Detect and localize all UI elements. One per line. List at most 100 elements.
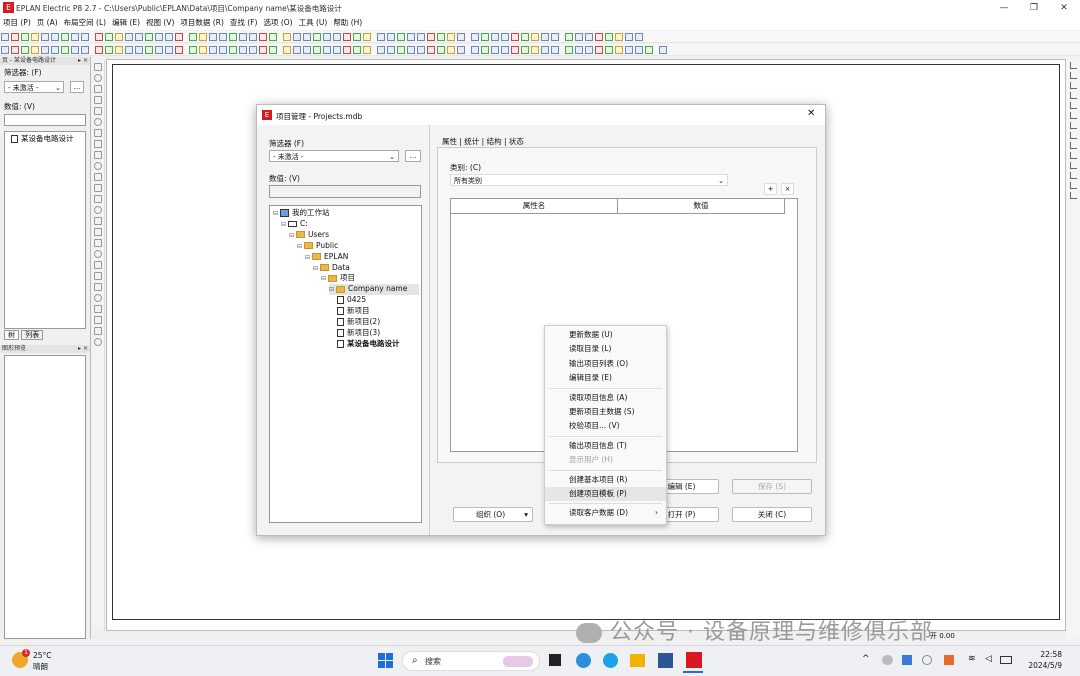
filter-browse-button[interactable]: ...	[70, 81, 84, 93]
drawing-tool-icon[interactable]	[94, 129, 102, 137]
toolbar-tool-icon[interactable]	[615, 33, 623, 41]
drawing-tool-icon[interactable]	[94, 261, 102, 269]
snap-tool-icon[interactable]	[1070, 72, 1077, 79]
toolbar-tool-icon[interactable]	[491, 33, 499, 41]
snap-tool-icon[interactable]	[1070, 172, 1077, 179]
collapse-icon[interactable]: ⊟	[321, 274, 326, 284]
toolbar-tool-icon[interactable]	[71, 33, 79, 41]
toolbar-tool-icon[interactable]	[61, 33, 69, 41]
snap-tool-icon[interactable]	[1070, 192, 1077, 199]
dialog-filter-dropdown[interactable]: - 未激活 - ⌄	[269, 150, 399, 162]
context-menu-item[interactable]: 更新项目主数据 (S)	[545, 405, 666, 419]
toolbar-tool-icon[interactable]	[531, 33, 539, 41]
toolbar-tool-icon[interactable]	[249, 46, 257, 54]
toolbar-tool-icon[interactable]	[585, 46, 593, 54]
windows-start-icon[interactable]	[378, 653, 393, 668]
toolbar-tool-icon[interactable]	[565, 46, 573, 54]
toolbar-tool-icon[interactable]	[189, 46, 197, 54]
toolbar-tool-icon[interactable]	[81, 33, 89, 41]
toolbar-tool-icon[interactable]	[105, 33, 113, 41]
context-menu-item[interactable]: 编辑目录 (E)	[545, 371, 666, 385]
taskbar-search-box[interactable]: ⌕ 搜索	[402, 651, 540, 671]
toolbar-tool-icon[interactable]	[353, 33, 361, 41]
tree-node-project[interactable]: 新项目(3)	[337, 328, 380, 338]
toolbar-tool-icon[interactable]	[343, 46, 351, 54]
toolbar-tool-icon[interactable]	[135, 46, 143, 54]
collapse-icon[interactable]: ⊟	[329, 285, 334, 295]
collapse-icon[interactable]: ⊟	[313, 264, 318, 274]
tree-node-project[interactable]: 某设备电路设计	[337, 339, 400, 349]
column-header-value[interactable]: 数值	[618, 199, 785, 214]
snap-tool-icon[interactable]	[1070, 122, 1077, 129]
toolbar-tool-icon[interactable]	[283, 33, 291, 41]
toolbar-tool-icon[interactable]	[71, 46, 79, 54]
toolbar-tool-icon[interactable]	[447, 33, 455, 41]
tab-status[interactable]: 状态	[509, 137, 524, 146]
restore-button[interactable]: ❐	[1020, 1, 1048, 15]
toolbar-tool-icon[interactable]	[125, 46, 133, 54]
toolbar-tool-icon[interactable]	[249, 33, 257, 41]
toolbar-tool-icon[interactable]	[511, 46, 519, 54]
toolbar-tool-icon[interactable]	[511, 33, 519, 41]
collapse-icon[interactable]: ⊟	[305, 253, 310, 263]
snap-tool-icon[interactable]	[1070, 62, 1077, 69]
drawing-tool-icon[interactable]	[94, 327, 102, 335]
tray-app2-icon[interactable]	[944, 655, 954, 665]
menu-project[interactable]: 项目 (P)	[0, 16, 34, 30]
toolbar-tool-icon[interactable]	[615, 46, 623, 54]
toolbar-tool-icon[interactable]	[313, 46, 321, 54]
toolbar-tool-icon[interactable]	[293, 46, 301, 54]
toolbar-tool-icon[interactable]	[595, 33, 603, 41]
tree-node-folder[interactable]: ⊟ 项目	[321, 273, 355, 284]
toolbar-tool-icon[interactable]	[407, 33, 415, 41]
toolbar-tool-icon[interactable]	[437, 46, 445, 54]
toolbar-tool-icon[interactable]	[61, 46, 69, 54]
toolbar-tool-icon[interactable]	[165, 33, 173, 41]
tree-node-drive[interactable]: ⊟ C:	[281, 219, 308, 230]
toolbar-tool-icon[interactable]	[135, 33, 143, 41]
toolbar-tool-icon[interactable]	[471, 46, 479, 54]
toolbar-tool-icon[interactable]	[333, 33, 341, 41]
drawing-tool-icon[interactable]	[94, 140, 102, 148]
toolbar-tool-icon[interactable]	[353, 46, 361, 54]
drawing-tool-icon[interactable]	[94, 63, 102, 71]
clock-time[interactable]: 22:58	[1026, 650, 1062, 659]
toolbar-tool-icon[interactable]	[427, 33, 435, 41]
snap-tool-icon[interactable]	[1070, 92, 1077, 99]
toolbar-tool-icon[interactable]	[259, 46, 267, 54]
task-view-icon[interactable]	[549, 654, 561, 666]
minimize-button[interactable]: —	[990, 1, 1018, 15]
tree-node-project[interactable]: 0425	[337, 295, 366, 305]
toolbar-tool-icon[interactable]	[659, 46, 667, 54]
collapse-icon[interactable]: ⊟	[273, 209, 278, 219]
drawing-tool-icon[interactable]	[94, 228, 102, 236]
drawing-tool-icon[interactable]	[94, 283, 102, 291]
toolbar-tool-icon[interactable]	[21, 33, 29, 41]
toolbar-tool-icon[interactable]	[229, 46, 237, 54]
drawing-tool-icon[interactable]	[94, 74, 102, 82]
menu-options[interactable]: 选项 (O)	[260, 16, 295, 30]
save-button[interactable]: 保存 (S)	[732, 479, 812, 494]
toolbar-tool-icon[interactable]	[551, 33, 559, 41]
edge-browser-icon[interactable]	[576, 653, 591, 668]
tree-node-pc[interactable]: ⊟ 我的工作站	[273, 208, 330, 219]
toolbar-tool-icon[interactable]	[635, 46, 643, 54]
toolbar-tool-icon[interactable]	[521, 46, 529, 54]
context-menu-item[interactable]: 读取客户数据 (D) ›	[545, 506, 666, 520]
toolbar-tool-icon[interactable]	[437, 33, 445, 41]
toolbar-tool-icon[interactable]	[447, 46, 455, 54]
toolbar-tool-icon[interactable]	[175, 33, 183, 41]
toolbar-tool-icon[interactable]	[417, 33, 425, 41]
toolbar-tool-icon[interactable]	[313, 33, 321, 41]
dialog-value-input[interactable]	[269, 185, 421, 198]
onedrive-icon[interactable]	[882, 655, 893, 665]
toolbar-tool-icon[interactable]	[501, 46, 509, 54]
toolbar-tool-icon[interactable]	[387, 33, 395, 41]
toolbar-tool-icon[interactable]	[115, 46, 123, 54]
toolbar-tool-icon[interactable]	[541, 46, 549, 54]
tree-node-folder[interactable]: ⊟ EPLAN	[305, 252, 348, 263]
tree-node-project[interactable]: 新项目	[337, 306, 370, 316]
toolbar-tool-icon[interactable]	[81, 46, 89, 54]
context-menu-item[interactable]: 读取项目信息 (A)	[545, 391, 666, 405]
collapse-icon[interactable]: ⊟	[289, 231, 294, 241]
